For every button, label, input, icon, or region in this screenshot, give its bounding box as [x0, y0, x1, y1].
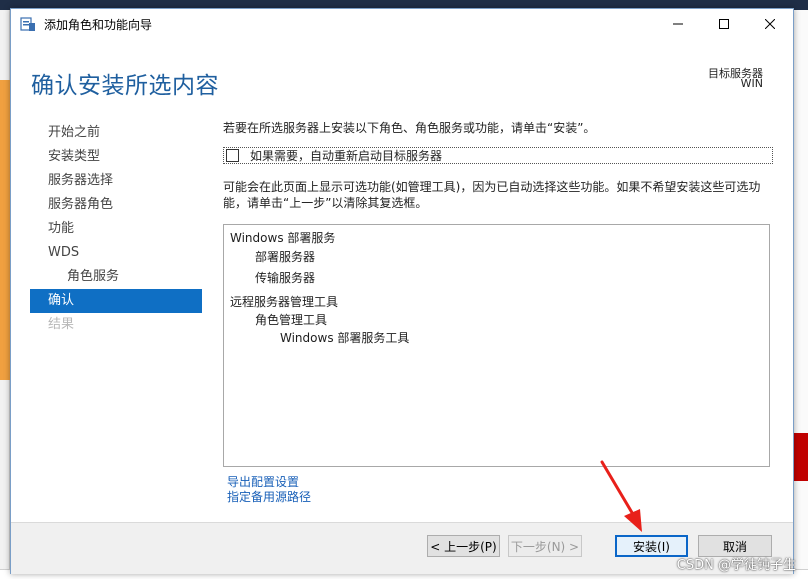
- wizard-footer: < 上一步(P) 下一步(N) > 安装(I) 取消: [11, 523, 793, 574]
- links-area: 导出配置设置 指定备用源路径: [227, 475, 311, 505]
- window-title: 添加角色和功能向导: [44, 17, 153, 32]
- tree-item: 部署服务器: [255, 250, 316, 264]
- nav-step-wds[interactable]: WDS: [30, 241, 202, 265]
- restart-checkbox-label[interactable]: 如果需要，自动重新启动目标服务器: [250, 147, 442, 164]
- nav-step-server-roles[interactable]: 服务器角色: [30, 193, 202, 217]
- close-icon: [765, 19, 775, 29]
- target-server-value: WIN: [740, 77, 763, 90]
- maximize-button[interactable]: [701, 9, 747, 39]
- restart-checkbox[interactable]: [226, 149, 239, 162]
- nav-step-results: 结果: [48, 317, 75, 332]
- tree-item: Windows 部署服务: [230, 231, 336, 245]
- server-manager-icon: [20, 17, 35, 31]
- close-button[interactable]: [747, 9, 793, 39]
- nav-step-before-you-begin[interactable]: 开始之前: [30, 121, 202, 145]
- minimize-icon: [673, 23, 683, 25]
- nav-step-role-services[interactable]: 角色服务: [30, 265, 202, 289]
- selection-tree: Windows 部署服务 部署服务器 传输服务器 远程服务器管理工具 角色管理工…: [230, 229, 409, 347]
- tree-item: 传输服务器: [255, 271, 316, 285]
- nav-step-server-selection[interactable]: 服务器选择: [30, 169, 202, 193]
- maximize-icon: [719, 19, 729, 29]
- wizard-dialog: 添加角色和功能向导 确认安装所选内容 目标服务器 WIN 开始之前 安装类型 服…: [10, 8, 794, 574]
- nav-step-installation-type[interactable]: 安装类型: [30, 145, 202, 169]
- export-config-link[interactable]: 导出配置设置: [227, 475, 311, 490]
- background-orange-tile: [0, 80, 10, 380]
- selection-list[interactable]: Windows 部署服务 部署服务器 传输服务器 远程服务器管理工具 角色管理工…: [223, 224, 770, 467]
- wizard-header: 确认安装所选内容 目标服务器 WIN: [11, 39, 793, 111]
- alternate-source-link[interactable]: 指定备用源路径: [227, 490, 311, 505]
- nav-step-features[interactable]: 功能: [30, 217, 202, 241]
- watermark: CSDN @学徒钝子生: [676, 558, 796, 573]
- optional-features-note: 可能会在此页面上显示可选功能(如管理工具)，因为已自动选择这些功能。如果不希望安…: [223, 180, 761, 210]
- tree-item: 远程服务器管理工具: [230, 295, 339, 309]
- wizard-steps-nav: 开始之前 安装类型 服务器选择 服务器角色 功能 WDS 角色服务 确认 结果: [30, 121, 202, 337]
- minimize-button[interactable]: [655, 9, 701, 39]
- next-button: 下一步(N) >: [508, 535, 582, 557]
- tree-item: Windows 部署服务工具: [280, 331, 410, 345]
- intro-text: 若要在所选服务器上安装以下角色、角色服务或功能，请单击“安装”。: [223, 121, 596, 135]
- restart-option[interactable]: 如果需要，自动重新启动目标服务器: [223, 147, 773, 164]
- title-bar[interactable]: 添加角色和功能向导: [11, 9, 793, 39]
- previous-button[interactable]: < 上一步(P): [427, 535, 500, 557]
- nav-step-confirmation[interactable]: 确认: [30, 289, 202, 313]
- tree-item: 角色管理工具: [255, 313, 328, 327]
- page-title: 确认安装所选内容: [31, 73, 219, 99]
